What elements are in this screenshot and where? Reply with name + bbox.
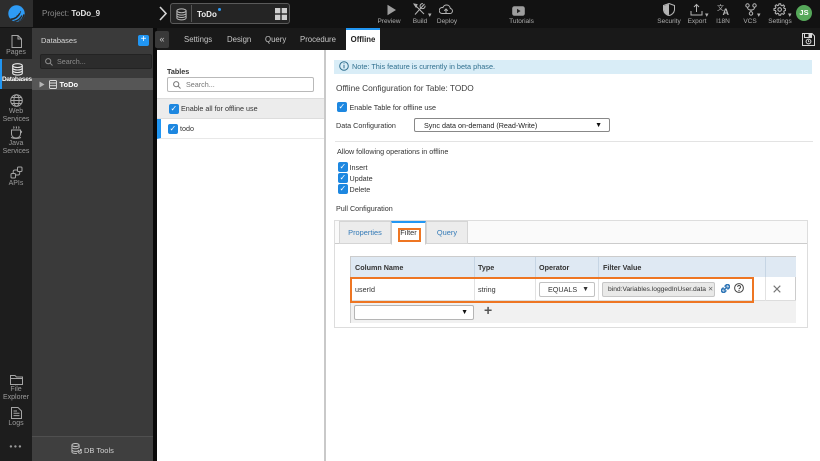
svg-text:A: A bbox=[723, 7, 730, 16]
